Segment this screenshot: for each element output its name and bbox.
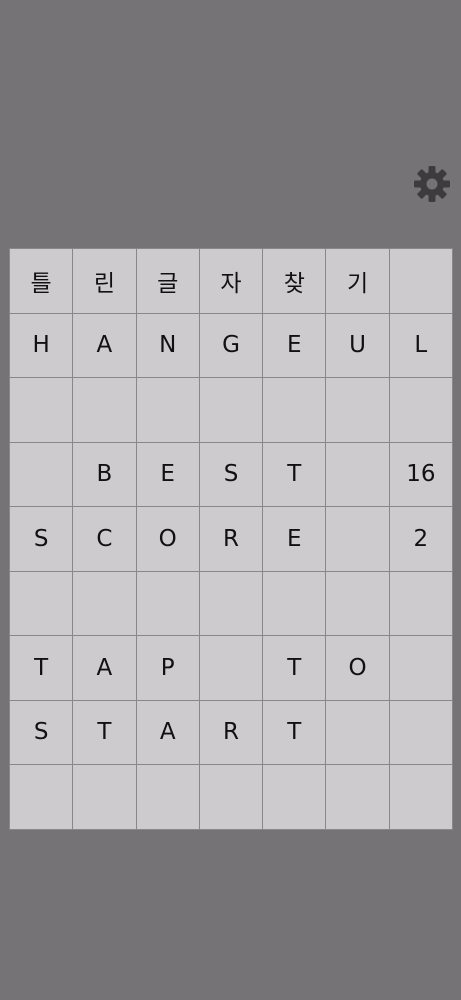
board-cell[interactable]: T — [263, 700, 326, 764]
board-cell[interactable] — [263, 378, 326, 442]
board-cell[interactable] — [326, 765, 389, 829]
board-cell[interactable] — [199, 636, 263, 700]
board-cell[interactable]: 16 — [389, 442, 452, 506]
board-cell[interactable]: E — [263, 507, 326, 571]
board-cell[interactable]: O — [136, 507, 199, 571]
board-cell[interactable]: T — [10, 636, 73, 700]
board-cell[interactable] — [73, 378, 136, 442]
board-cell[interactable]: 기 — [326, 249, 389, 313]
board-cell[interactable] — [389, 571, 452, 635]
board-cell[interactable] — [136, 571, 199, 635]
board-cell[interactable]: S — [10, 507, 73, 571]
board-cell[interactable] — [199, 765, 263, 829]
board-cell[interactable] — [263, 765, 326, 829]
board-cell[interactable]: O — [326, 636, 389, 700]
board-cell[interactable] — [389, 636, 452, 700]
board-cell[interactable] — [326, 507, 389, 571]
board-cell[interactable]: A — [136, 700, 199, 764]
board-cell[interactable]: T — [73, 700, 136, 764]
board-cell[interactable] — [389, 765, 452, 829]
board-cell[interactable] — [136, 765, 199, 829]
board-cell[interactable]: R — [199, 507, 263, 571]
board-cell[interactable] — [326, 442, 389, 506]
board-cell[interactable]: A — [73, 313, 136, 377]
board-cell[interactable]: P — [136, 636, 199, 700]
board-cell[interactable]: U — [326, 313, 389, 377]
board-cell[interactable]: N — [136, 313, 199, 377]
board-cell[interactable] — [199, 378, 263, 442]
board-cell[interactable]: 린 — [73, 249, 136, 313]
board-cell[interactable]: E — [263, 313, 326, 377]
board-cell[interactable] — [326, 700, 389, 764]
board-cell[interactable] — [10, 378, 73, 442]
board-cell[interactable]: 틀 — [10, 249, 73, 313]
board-cell[interactable] — [136, 378, 199, 442]
settings-button[interactable] — [412, 164, 452, 204]
board-cell[interactable] — [10, 442, 73, 506]
board-cell[interactable] — [326, 378, 389, 442]
board-cell[interactable] — [199, 571, 263, 635]
board-cell[interactable]: 찾 — [263, 249, 326, 313]
board-cell[interactable] — [389, 249, 452, 313]
board-cell[interactable]: R — [199, 700, 263, 764]
board-cell[interactable] — [73, 571, 136, 635]
board-cell[interactable]: B — [73, 442, 136, 506]
board-cell[interactable]: L — [389, 313, 452, 377]
board-cell[interactable]: 2 — [389, 507, 452, 571]
board-cell[interactable] — [263, 571, 326, 635]
board-cell[interactable]: G — [199, 313, 263, 377]
board-cell[interactable]: H — [10, 313, 73, 377]
board-cell[interactable]: A — [73, 636, 136, 700]
board-cell[interactable]: S — [199, 442, 263, 506]
gear-icon — [412, 164, 452, 204]
board-cell[interactable] — [10, 765, 73, 829]
board-cell[interactable]: 글 — [136, 249, 199, 313]
board-cell[interactable] — [389, 700, 452, 764]
board-cell[interactable]: 자 — [199, 249, 263, 313]
board-cell[interactable]: T — [263, 636, 326, 700]
board-cell[interactable] — [10, 571, 73, 635]
letter-board: 틀 린 글 자 찾 기 H A N G E U L B E S T 16 S C O R E 2 T A P T O S T A R T — [9, 248, 453, 830]
board-cell[interactable]: T — [263, 442, 326, 506]
board-cell[interactable]: S — [10, 700, 73, 764]
board-cell[interactable] — [389, 378, 452, 442]
board-cell[interactable]: E — [136, 442, 199, 506]
board-cell[interactable]: C — [73, 507, 136, 571]
board-cell[interactable] — [73, 765, 136, 829]
board-cell[interactable] — [326, 571, 389, 635]
